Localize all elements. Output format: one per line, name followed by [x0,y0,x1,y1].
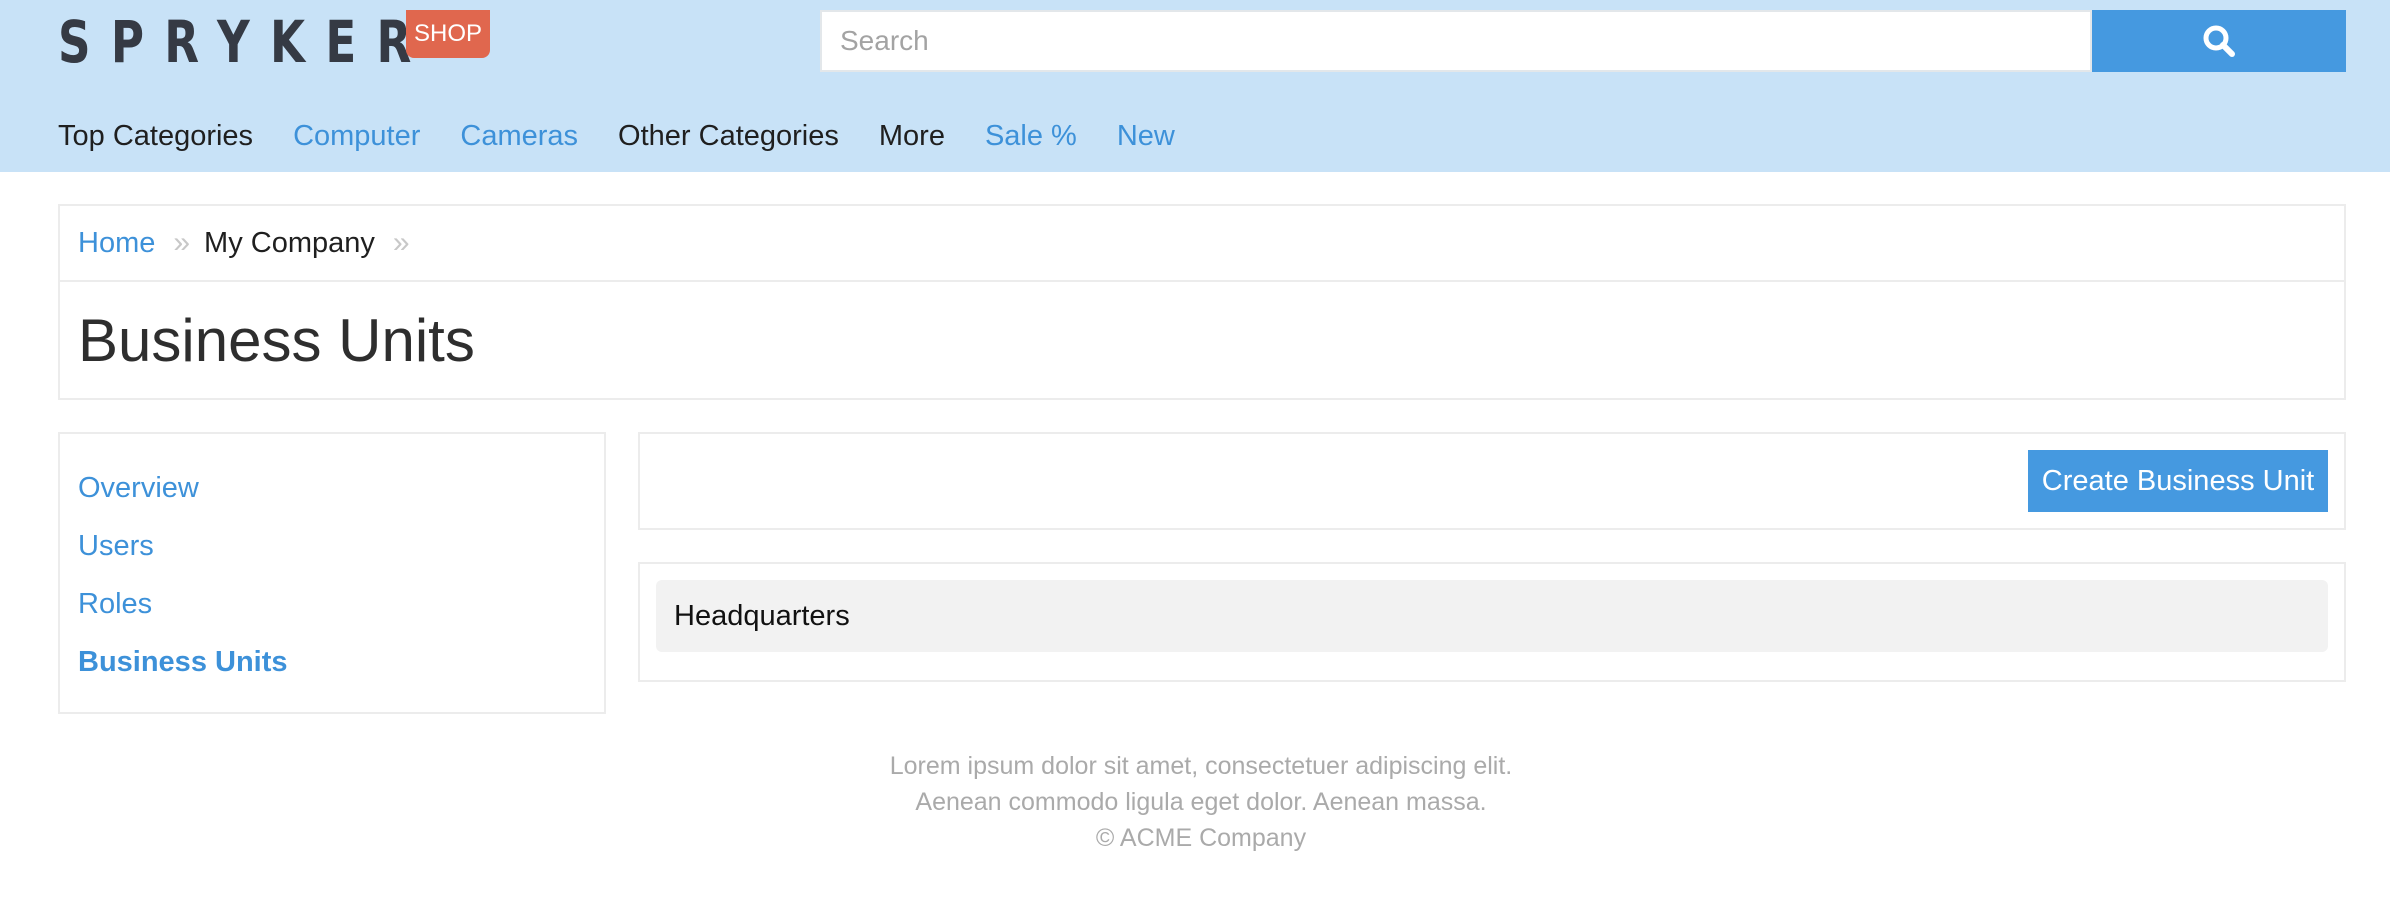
search-input[interactable] [820,10,2092,72]
breadcrumb-home[interactable]: Home [78,227,155,260]
sidebar-item-overview[interactable]: Overview [78,468,604,526]
business-unit-list: Headquarters [638,562,2346,682]
nav-item-more[interactable]: More [879,120,945,153]
breadcrumb: Home » My Company » [60,206,2344,282]
sidebar-item-users[interactable]: Users [78,526,604,584]
footer-copyright: © ACME Company [1095,824,1307,852]
breadcrumb-separator: » [392,226,410,259]
site-footer: Lorem ipsum dolor sit amet, consectetuer… [0,748,2390,856]
actions-panel: Create Business Unit [638,432,2346,530]
page-header-panel: Home » My Company » Business Units [58,204,2346,400]
page-title: Business Units [78,307,475,374]
breadcrumb-my-company[interactable]: My Company [204,227,375,260]
footer-line: Lorem ipsum dolor sit amet, consectetuer… [889,752,1513,780]
shop-badge: SHOP [406,10,490,58]
sidebar-item-roles[interactable]: Roles [78,584,604,642]
company-sidebar: Overview Users Roles Business Units [58,432,606,714]
search-icon [2203,25,2235,57]
search-button[interactable] [2092,10,2346,72]
list-item[interactable]: Headquarters [656,580,2328,652]
nav-item-sale[interactable]: Sale % [985,120,1077,153]
nav-item-new[interactable]: New [1117,120,1175,153]
logo[interactable]: SPRYKER SHOP [58,10,537,74]
breadcrumb-separator: » [173,226,190,259]
main-navigation: Top Categories Computer Cameras Other Ca… [58,116,1215,156]
nav-item-cameras[interactable]: Cameras [460,120,578,153]
site-header: SPRYKER SHOP Top Categories Computer Cam… [0,0,2390,172]
logo-text: SPRYKER [58,8,432,76]
nav-item-computer[interactable]: Computer [293,120,420,153]
footer-line: Aenean commodo ligula eget dolor. Aenean… [915,788,1487,816]
create-business-unit-button[interactable]: Create Business Unit [2028,450,2328,512]
nav-item-top-categories[interactable]: Top Categories [58,120,253,153]
sidebar-item-business-units[interactable]: Business Units [78,642,604,700]
nav-item-other-categories[interactable]: Other Categories [618,120,839,153]
